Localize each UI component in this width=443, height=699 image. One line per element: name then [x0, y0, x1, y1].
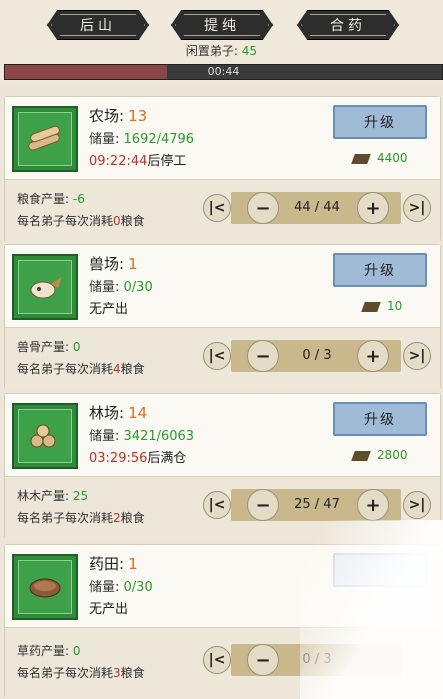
output-line: 粮食产量: -6: [17, 192, 85, 206]
beast-skull-icon: [30, 277, 62, 299]
timer-bar: 00:44: [4, 64, 443, 80]
status-line: 无产出: [89, 302, 129, 317]
output-line: 兽骨产量: 0: [17, 340, 81, 354]
idle-label: 闲置弟子:: [185, 44, 238, 58]
wood-logs-icon: [30, 424, 56, 448]
idle-count: 45: [241, 44, 258, 58]
tab-bar: 后山 提纯 合药: [0, 10, 443, 40]
consume-line: 每名弟子每次消耗3粮食: [17, 666, 145, 680]
timer-text: 00:44: [207, 65, 240, 78]
output-line: 草药产量: 0: [17, 644, 81, 658]
tab-label: 后山: [80, 18, 116, 34]
plus-button[interactable]: +: [357, 192, 389, 224]
upgrade-button[interactable]: [333, 553, 427, 587]
stock-line: 储量: 0/30: [89, 580, 153, 595]
upgrade-cost: 4400: [351, 151, 408, 165]
building-level: 1: [128, 555, 138, 573]
stock-value: 0/30: [123, 280, 153, 295]
worker-count: 0 / 3: [302, 652, 332, 667]
min-button[interactable]: |<: [203, 194, 231, 222]
consume-line: 每名弟子每次消耗0粮食: [17, 214, 145, 228]
herb-icon-frame[interactable]: [12, 554, 78, 620]
status-line: 无产出: [89, 602, 129, 617]
output-line: 林木产量: 25: [17, 489, 89, 503]
worker-stepper: |< − 25 / 47 + >|: [203, 489, 431, 521]
stock-line: 储量: 1692/4796: [89, 132, 195, 147]
beast-icon-frame[interactable]: [12, 254, 78, 320]
consume-line: 每名弟子每次消耗2粮食: [17, 511, 145, 525]
worker-count: 44 / 44: [294, 200, 340, 215]
min-button[interactable]: |<: [203, 342, 231, 370]
plus-button[interactable]: +: [357, 340, 389, 372]
upgrade-cost: 2800: [351, 448, 408, 462]
max-button[interactable]: >|: [403, 194, 431, 222]
worker-count: 25 / 47: [294, 497, 340, 512]
status-time: 09:22:44: [89, 154, 148, 169]
tab-label: 合药: [330, 18, 366, 34]
wood-resource-icon: [351, 450, 371, 461]
idle-disciples: 闲置弟子: 45: [0, 42, 443, 59]
upgrade-button[interactable]: 升级: [333, 402, 427, 436]
status-line: 09:22:44后停工: [89, 154, 187, 169]
worker-stepper: |< − 44 / 44 + >|: [203, 192, 431, 224]
min-button[interactable]: |<: [203, 646, 231, 674]
building-card-forest: 林场: 14 储量: 3421/6063 03:29:56后满仓 升级 2800 …: [4, 393, 441, 539]
building-card-beast: 兽场: 1 储量: 0/30 无产出 升级 10 兽骨产量: 0 每名弟子每次消耗…: [4, 244, 441, 390]
wood-resource-icon: [361, 301, 381, 312]
stock-value: 3421/6063: [123, 429, 195, 444]
farm-icon-frame[interactable]: [12, 106, 78, 172]
output-value: -6: [72, 192, 85, 206]
building-card-herb: 药田: 1 储量: 0/30 无产出 草药产量: 0 每名弟子每次消耗3粮食 |<…: [4, 544, 441, 698]
stock-value: 1692/4796: [123, 132, 195, 147]
upgrade-button[interactable]: 升级: [333, 253, 427, 287]
consume-line: 每名弟子每次消耗4粮食: [17, 362, 145, 376]
logs-icon: [28, 125, 60, 151]
building-card-farm: 农场: 13 储量: 1692/4796 09:22:44后停工 升级 4400 …: [4, 96, 441, 242]
worker-count: 0 / 3: [302, 348, 332, 363]
status-line: 03:29:56后满仓: [89, 451, 187, 466]
building-level: 14: [128, 404, 148, 422]
stock-line: 储量: 0/30: [89, 280, 153, 295]
stock-line: 储量: 3421/6063: [89, 429, 195, 444]
upgrade-button[interactable]: 升级: [333, 105, 427, 139]
tab-houshan[interactable]: 后山: [47, 10, 149, 40]
plus-button[interactable]: +: [357, 489, 389, 521]
tab-heyao[interactable]: 合药: [297, 10, 399, 40]
wood-resource-icon: [351, 153, 371, 164]
status-time: 03:29:56: [89, 451, 148, 466]
max-button[interactable]: >|: [403, 491, 431, 519]
worker-stepper: |< − 0 / 3: [203, 644, 431, 676]
building-level: 13: [128, 107, 148, 125]
worker-stepper: |< − 0 / 3 + >|: [203, 340, 431, 372]
building-name: 兽场: 1: [89, 255, 138, 273]
max-button[interactable]: >|: [403, 342, 431, 370]
building-level: 1: [128, 255, 138, 273]
forest-icon-frame[interactable]: [12, 403, 78, 469]
tab-label: 提纯: [204, 18, 240, 34]
tab-tichun[interactable]: 提纯: [171, 10, 273, 40]
min-button[interactable]: |<: [203, 491, 231, 519]
building-name: 农场: 13: [89, 107, 148, 125]
herb-bowl-icon: [29, 578, 61, 598]
stock-value: 0/30: [123, 580, 153, 595]
top-bar: 后山 提纯 合药 闲置弟子: 45 00:44: [0, 0, 443, 84]
building-name: 药田: 1: [89, 555, 138, 573]
building-name: 林场: 14: [89, 404, 148, 422]
upgrade-cost: 10: [361, 299, 402, 313]
